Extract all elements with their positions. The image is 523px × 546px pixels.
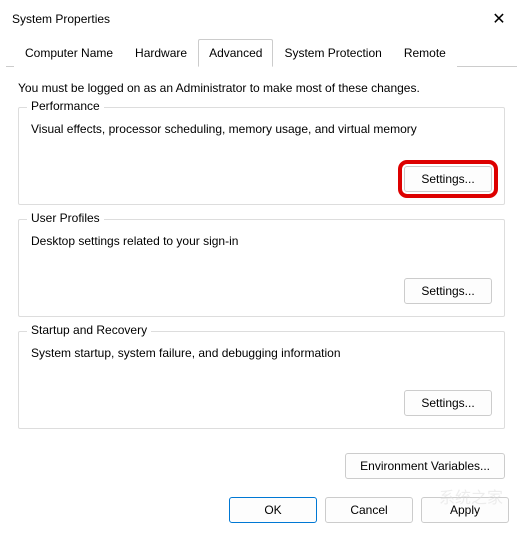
- user-profiles-settings-button[interactable]: Settings...: [404, 278, 492, 304]
- environment-variables-button[interactable]: Environment Variables...: [345, 453, 505, 479]
- performance-group: Performance Visual effects, processor sc…: [18, 107, 505, 205]
- performance-title: Performance: [27, 99, 104, 113]
- tab-strip: Computer Name Hardware Advanced System P…: [6, 38, 517, 67]
- performance-settings-button[interactable]: Settings...: [404, 166, 492, 192]
- startup-recovery-group: Startup and Recovery System startup, sys…: [18, 331, 505, 429]
- tab-hardware[interactable]: Hardware: [124, 39, 198, 67]
- startup-recovery-title: Startup and Recovery: [27, 323, 151, 337]
- user-profiles-title: User Profiles: [27, 211, 104, 225]
- tab-system-protection[interactable]: System Protection: [273, 39, 392, 67]
- performance-desc: Visual effects, processor scheduling, me…: [31, 122, 492, 136]
- user-profiles-desc: Desktop settings related to your sign-in: [31, 234, 492, 248]
- window-title: System Properties: [12, 12, 110, 26]
- tab-advanced[interactable]: Advanced: [198, 39, 273, 67]
- apply-button[interactable]: Apply: [421, 497, 509, 523]
- startup-recovery-settings-button[interactable]: Settings...: [404, 390, 492, 416]
- startup-recovery-desc: System startup, system failure, and debu…: [31, 346, 492, 360]
- close-icon[interactable]: ✕: [487, 9, 511, 29]
- tab-computer-name[interactable]: Computer Name: [14, 39, 124, 67]
- admin-note: You must be logged on as an Administrato…: [18, 81, 505, 95]
- tab-remote[interactable]: Remote: [393, 39, 457, 67]
- user-profiles-group: User Profiles Desktop settings related t…: [18, 219, 505, 317]
- cancel-button[interactable]: Cancel: [325, 497, 413, 523]
- ok-button[interactable]: OK: [229, 497, 317, 523]
